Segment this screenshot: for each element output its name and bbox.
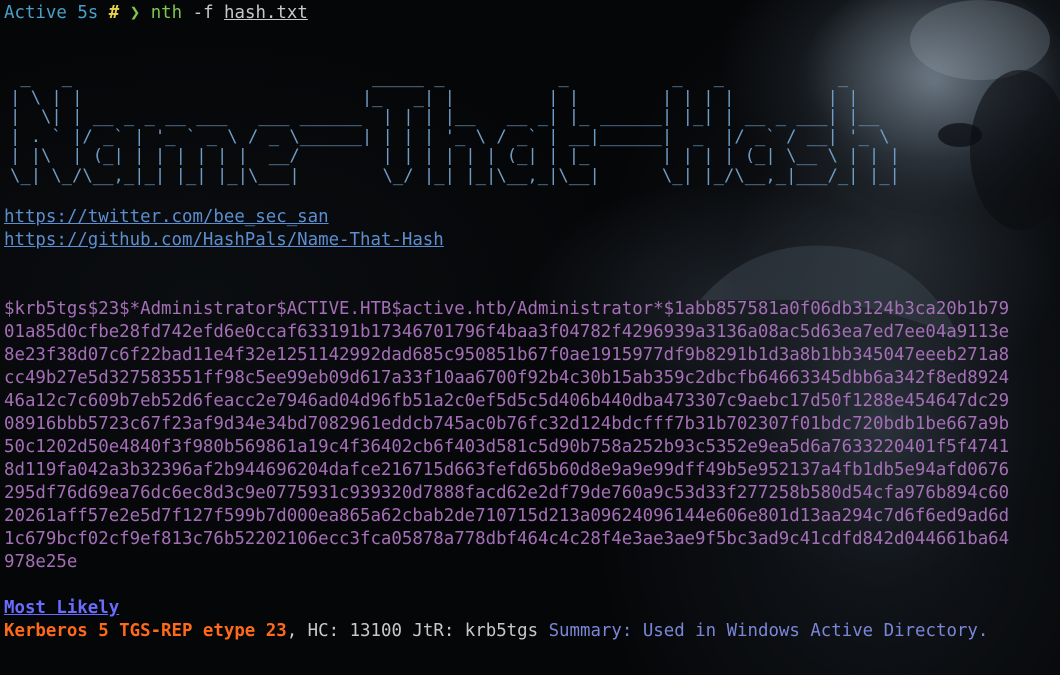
hash-line: 46a12c7c609b7eb52d6feacc2e7946ad04d96fb5… [4,391,1010,411]
hash-line: cc49b27e5d327583551ff98c5ee99eb09d617a33… [4,368,1010,388]
result-line: Kerberos 5 TGS-REP etype 23, HC: 13100 J… [4,621,989,641]
prompt-duration: 5s [77,3,99,23]
hash-line: 1c679bcf02cf9ef813c76b52202106ecc3fca058… [4,529,1010,549]
result-hash-type: Kerberos 5 TGS-REP etype 23 [4,621,287,641]
hash-line: 08916bbb5723c67f23af9d34e34bd7082961eddc… [4,414,1010,434]
result-hc-label: HC: [307,621,340,641]
ascii-banner-line: _ _ _____ _ _ _ _ _ [10,68,900,88]
result-summary-value: Used in Windows Active Directory. [642,621,989,641]
result-summary-label: Summary: [548,621,633,641]
command-file-argument[interactable]: hash.txt [224,3,308,23]
command-prompt-line[interactable]: Active 5s # ❯ nth -f hash.txt [4,2,1058,25]
hash-line: $krb5tgs$23$*Administrator$ACTIVE.HTB$ac… [4,299,1010,319]
hash-line: 20261aff57e2e5d7f127f599b7d000ea865a62cb… [4,506,1010,526]
terminal-window[interactable]: Active 5s # ❯ nth -f hash.txt _ _ _____ … [0,0,1060,675]
ascii-banner-line: | . ` |/ _` | '_ ` _ \ / _ \______| | | … [10,126,900,147]
result-jtr-value: krb5tgs [464,621,539,641]
command-name: nth [150,3,183,23]
ascii-banner-line: \_| \_/\__,_|_| |_| |_|\___| \_/ |_| |_|… [10,165,900,186]
ascii-banner-line: | \ | | |_ _| | | | | | | | | | [10,87,900,108]
hash-line: 01a85d0cfbe28fd742efd6e0ccaf633191b17346… [4,322,1010,342]
prompt-arrow-icon: ❯ [129,3,141,23]
hash-line: 978e25e [4,552,78,572]
prompt-directory: Active [4,3,67,23]
result-jtr-label: JtR: [412,621,455,641]
github-link[interactable]: https://github.com/HashPals/Name-That-Ha… [4,229,1058,252]
command-flag: -f [192,3,214,23]
banner-links: https://twitter.com/bee_sec_san https://… [4,206,1058,252]
result-hc-value: 13100 [349,621,402,641]
hash-output: $krb5tgs$23$*Administrator$ACTIVE.HTB$ac… [4,298,1058,574]
prompt-root-symbol: # [108,3,120,23]
terminal-output: Active 5s # ❯ nth -f hash.txt _ _ _____ … [4,2,1058,643]
hash-line: 8d119fa042a3b32396af2b944696204dafce2167… [4,460,1010,480]
twitter-link[interactable]: https://twitter.com/bee_sec_san [4,206,1058,229]
ascii-banner-line: | \| | __ _ _ __ ___ ___ ______ | | | |_… [10,107,900,127]
ascii-banner-line: | |\ | (_| | | | | | | __/ | | | | | | (… [10,146,900,166]
hash-line: 295df76d69ea76dc6ec8d3c9e0775931c939320d… [4,483,1010,503]
ascii-art-banner: _ _ _____ _ _ _ _ _ | \ | | |_ _| | | | … [10,68,1058,186]
most-likely-heading[interactable]: Most Likely [4,597,1058,620]
hash-line: 8e23f38d07c6f22bad11e4f32e1251142992dad6… [4,345,1010,365]
hash-line: 50c1202d50e4840f3f980b569861a19c4f36402c… [4,437,1010,457]
